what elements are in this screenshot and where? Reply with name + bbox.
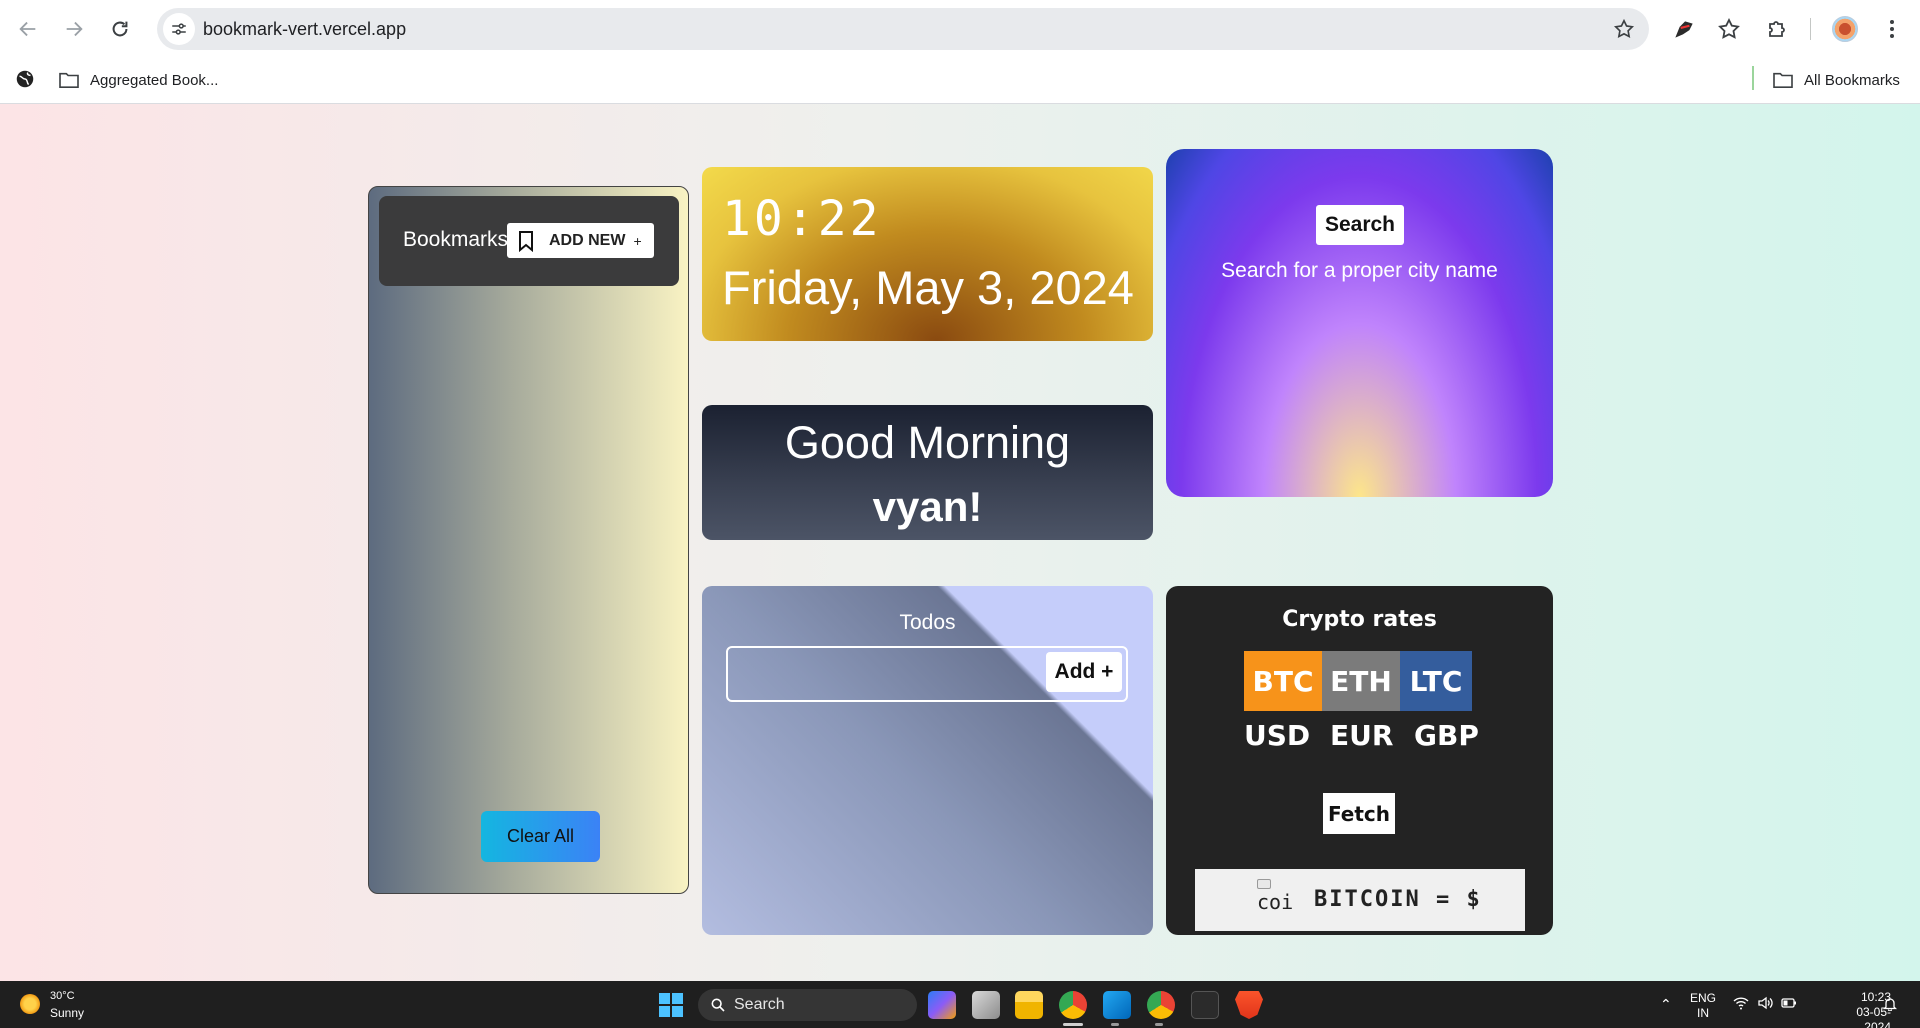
copilot-icon[interactable] <box>928 991 956 1019</box>
arrow-left-icon <box>19 21 36 37</box>
wifi-icon <box>1733 996 1749 1013</box>
greeting-name: vyan! <box>872 483 983 530</box>
notification-bell-icon[interactable] <box>1882 996 1898 1014</box>
windows-start-icon[interactable] <box>659 993 683 1017</box>
search-icon <box>711 998 725 1012</box>
reload-icon <box>112 21 128 37</box>
add-new-label: ADD NEW <box>549 231 626 249</box>
bookmark-icon <box>519 230 533 252</box>
address-bar[interactable]: bookmark-vert.vercel.app <box>157 8 1649 50</box>
back-button[interactable] <box>10 11 46 47</box>
task-view-icon[interactable] <box>972 991 1000 1019</box>
todo-card: Todos Add + <box>702 586 1153 935</box>
coin-eth-button[interactable]: ETH <box>1322 651 1400 711</box>
bookmarks-bar-divider <box>1752 66 1754 90</box>
currency-usd-button[interactable]: USD <box>1244 719 1310 752</box>
crypto-title: Crypto rates <box>1282 607 1437 632</box>
clock-card: 10:22 Friday, May 3, 2024 <box>702 167 1153 341</box>
chrome-icon[interactable] <box>1059 991 1087 1019</box>
todo-title: Todos <box>899 611 956 634</box>
extension-ninja-icon[interactable] <box>1668 13 1700 45</box>
brave-icon[interactable] <box>1235 991 1263 1019</box>
page-content: Bookmarks ADD NEW + Clear All 10:22 Frid… <box>0 104 1920 981</box>
vscode-icon[interactable] <box>1103 991 1131 1019</box>
url-text[interactable]: bookmark-vert.vercel.app <box>203 19 406 40</box>
language-indicator[interactable]: ENG IN <box>1690 991 1716 1021</box>
windows-taskbar: 30°C Sunny Search ⌃ ENG IN 10:23 03-05-2… <box>0 981 1920 1028</box>
language-secondary: IN <box>1697 1006 1709 1020</box>
bookmarks-header: Bookmarks ADD NEW + <box>379 196 679 286</box>
add-new-plus: + <box>633 232 642 249</box>
sun-icon[interactable] <box>20 994 40 1014</box>
file-explorer-icon[interactable] <box>1015 991 1043 1019</box>
broken-image-icon <box>1257 879 1271 889</box>
currency-gbp-button[interactable]: GBP <box>1414 719 1479 752</box>
bookmarks-bar: Aggregated Book... All Bookmarks <box>0 58 1920 104</box>
clock-date: Friday, May 3, 2024 <box>722 261 1134 314</box>
crypto-result-text: BITCOIN = $ <box>1314 887 1482 912</box>
taskbar-search[interactable]: Search <box>698 989 917 1021</box>
chevron-up-icon[interactable]: ⌃ <box>1660 996 1672 1013</box>
terminal-icon[interactable] <box>1191 991 1219 1019</box>
reload-button[interactable] <box>102 11 138 47</box>
kebab-menu-icon[interactable] <box>1876 13 1908 45</box>
fetch-button[interactable]: Fetch <box>1323 793 1395 834</box>
bookmarks-title: Bookmarks <box>403 228 509 251</box>
clock-time: 10:22 <box>722 191 882 247</box>
running-app-indicator <box>1111 1023 1119 1026</box>
todo-add-button[interactable]: Add + <box>1046 652 1122 692</box>
crypto-result: coi BITCOIN = $ <box>1195 869 1525 931</box>
greeting-text: Good Morning <box>784 417 1071 468</box>
system-tray[interactable] <box>1733 996 1797 1013</box>
profile-avatar[interactable] <box>1832 16 1858 42</box>
toolbar-divider <box>1810 18 1811 40</box>
folder-icon <box>59 72 79 89</box>
crypto-card: Crypto rates BTC ETH LTC USD EUR GBP Fet… <box>1166 586 1553 935</box>
running-app-indicator <box>1155 1023 1163 1026</box>
coin-ltc-button[interactable]: LTC <box>1400 651 1472 711</box>
bookmark-folder-label: All Bookmarks <box>1804 71 1900 89</box>
bookmarks-star-icon[interactable] <box>1713 13 1745 45</box>
coin-image-alt: coi <box>1257 890 1294 914</box>
coin-btc-button[interactable]: BTC <box>1244 651 1322 711</box>
weather-temp[interactable]: 30°C <box>50 990 75 1002</box>
bookmarks-panel: Bookmarks ADD NEW + Clear All <box>368 186 689 894</box>
greeting-card: Good Morning vyan! <box>702 405 1153 540</box>
folder-icon <box>1773 72 1793 89</box>
site-settings-icon[interactable] <box>163 13 195 45</box>
globe-icon[interactable] <box>14 68 36 90</box>
weather-message: Search for a proper city name <box>1221 259 1498 282</box>
bookmark-folder-aggregated[interactable]: Aggregated Book... <box>58 66 218 94</box>
arrow-right-icon <box>66 21 83 37</box>
weather-condition[interactable]: Sunny <box>50 1006 84 1020</box>
todo-input-wrap: Add + <box>726 646 1128 702</box>
browser-toolbar: bookmark-vert.vercel.app <box>0 0 1920 58</box>
weather-search-button[interactable]: Search <box>1316 205 1404 245</box>
currency-eur-button[interactable]: EUR <box>1330 719 1393 752</box>
bookmark-folder-all[interactable]: All Bookmarks <box>1772 66 1900 94</box>
add-new-bookmark-button[interactable]: ADD NEW + <box>507 223 654 258</box>
active-app-indicator <box>1063 1023 1083 1026</box>
chrome-profile-icon[interactable] <box>1147 991 1175 1019</box>
bookmark-folder-label: Aggregated Book... <box>90 71 219 89</box>
clear-all-button[interactable]: Clear All <box>481 811 600 862</box>
taskbar-search-label: Search <box>734 996 785 1013</box>
battery-icon <box>1781 996 1797 1013</box>
bookmark-star-icon[interactable] <box>1613 18 1635 40</box>
coin-image-broken: coi <box>1257 879 1301 923</box>
forward-button[interactable] <box>56 11 92 47</box>
volume-icon <box>1757 996 1773 1013</box>
extensions-puzzle-icon[interactable] <box>1761 13 1793 45</box>
weather-card: Search Search for a proper city name <box>1166 149 1553 497</box>
language-primary: ENG <box>1690 991 1717 1005</box>
